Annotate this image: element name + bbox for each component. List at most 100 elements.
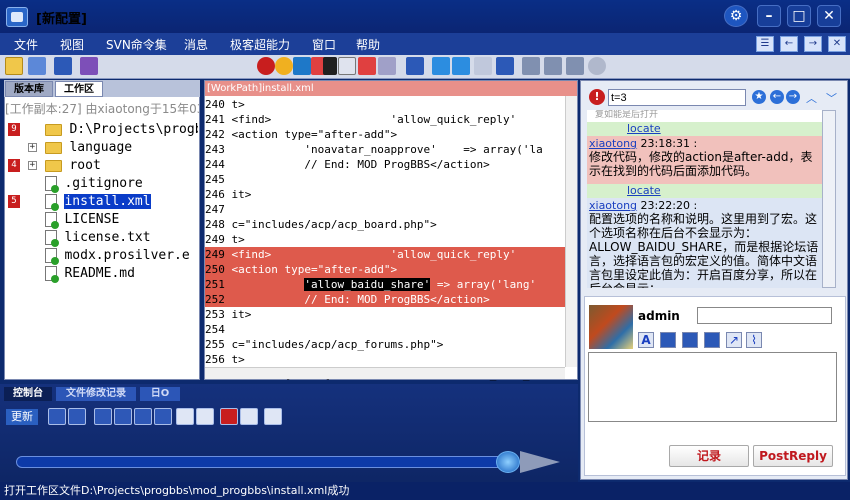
forward-icon[interactable]: → (804, 36, 822, 52)
w-tool-icon[interactable] (257, 57, 275, 75)
console-tool-icon[interactable] (94, 408, 112, 425)
black-tool-icon[interactable] (323, 57, 337, 75)
maximize-button[interactable]: □ (787, 5, 811, 27)
console-tool-icon[interactable] (48, 408, 66, 425)
image-icon[interactable] (660, 332, 676, 348)
code-line[interactable]: 247 (205, 202, 565, 217)
console-tool-icon[interactable] (114, 408, 132, 425)
progress-knob[interactable] (496, 451, 520, 473)
link-icon[interactable] (240, 408, 258, 425)
tab-console[interactable]: 控制台 (4, 387, 52, 401)
tab-workspace[interactable]: 工作区 (55, 81, 103, 97)
code-line[interactable]: 253 it> (205, 307, 565, 322)
code-line[interactable]: 242 <action type="after-add"> (205, 127, 565, 142)
code-line[interactable]: 246 it> (205, 187, 565, 202)
expand-icon[interactable]: + (27, 161, 37, 170)
panel-close-icon[interactable]: ✕ (828, 36, 846, 52)
menu-view[interactable]: 视图 (60, 36, 84, 53)
chat-user[interactable]: xiaotong (589, 199, 637, 212)
settings-gear-icon[interactable]: ⚙ (724, 5, 748, 27)
pen-icon[interactable]: ↗ (726, 332, 742, 348)
tree-item-language[interactable]: + language (8, 140, 198, 158)
locate-link[interactable]: locate (627, 122, 661, 135)
code-line[interactable]: 248 c="includes/acp/acp_board.php"> (205, 217, 565, 232)
chat-scrollbar[interactable] (822, 110, 836, 288)
tree-item-gitignore[interactable]: .gitignore (8, 176, 198, 194)
star-icon[interactable] (452, 57, 470, 75)
close-button[interactable]: ✕ (817, 5, 841, 27)
subject-input[interactable] (697, 307, 832, 324)
blue-tool-icon[interactable] (293, 57, 311, 75)
tree-item-modx[interactable]: modx.prosilver.e (8, 248, 198, 266)
flag-icon[interactable] (220, 408, 238, 425)
arrow-up-icon[interactable] (432, 57, 450, 75)
attach-icon[interactable]: ⌇ (746, 332, 762, 348)
code-line[interactable]: 241 <find> 'allow_quick_reply' (205, 112, 565, 127)
console-tool-icon[interactable] (154, 408, 172, 425)
editor-vertical-scrollbar[interactable] (565, 96, 577, 367)
star-icon[interactable]: ★ (752, 90, 766, 104)
spark-icon[interactable] (474, 57, 492, 75)
menu-geek[interactable]: 极客超能力 (230, 36, 290, 53)
tool-b-icon[interactable] (522, 57, 540, 75)
tree-item-license[interactable]: LICENSE (8, 212, 198, 230)
code-line[interactable]: 243 'noavatar_noapprove' => array('la (205, 142, 565, 157)
code-line[interactable]: 240 t> (205, 97, 565, 112)
code-line[interactable]: 256 t> (205, 352, 565, 367)
collapse-up-icon[interactable]: ︿ (806, 90, 817, 106)
reply-textarea[interactable] (588, 352, 837, 422)
refresh-icon[interactable] (588, 57, 606, 75)
menu-svn[interactable]: SVN命令集 (106, 36, 167, 53)
code-line[interactable]: 250 <action type="after-add"> (205, 262, 565, 277)
code-line[interactable]: 251 'allow_baidu_share' => array('lang' (205, 277, 565, 292)
open-folder-icon[interactable] (5, 57, 23, 75)
menu-message[interactable]: 消息 (184, 36, 208, 53)
code-line[interactable]: 252 // End: MOD ProgBBS</action> (205, 292, 565, 307)
calendar-icon[interactable] (264, 408, 282, 425)
pin-icon[interactable] (358, 57, 376, 75)
code-line[interactable]: 245 (205, 172, 565, 187)
menu-help[interactable]: 帮助 (356, 36, 380, 53)
screenshot-icon[interactable] (704, 332, 720, 348)
next-icon[interactable]: → (786, 90, 800, 104)
collapse-down-icon[interactable]: ﹀ (826, 90, 837, 106)
filter-icon[interactable] (80, 57, 98, 75)
chat-user[interactable]: xiaotong (589, 137, 637, 150)
tree-item-install-xml[interactable]: 5 install.xml (8, 194, 198, 212)
console-tool-icon[interactable] (68, 408, 86, 425)
record-button[interactable]: 记录 (669, 445, 749, 467)
menu-file[interactable]: 文件 (14, 36, 38, 53)
tree-item-root[interactable]: 4 + root (8, 158, 198, 176)
save-icon[interactable] (54, 57, 72, 75)
console-tool-icon[interactable] (176, 408, 194, 425)
page-icon[interactable] (406, 57, 424, 75)
tool-c-icon[interactable] (544, 57, 562, 75)
color-tool-icon[interactable] (275, 57, 293, 75)
back-icon[interactable]: ← (780, 36, 798, 52)
find-input[interactable] (608, 89, 746, 106)
code-line[interactable]: 249 t> (205, 232, 565, 247)
tool-a-icon[interactable] (378, 57, 396, 75)
locate-link[interactable]: locate (627, 184, 661, 197)
tree-item-license-txt[interactable]: license.txt (8, 230, 198, 248)
code-line[interactable]: 254 (205, 322, 565, 337)
editor-horizontal-scrollbar[interactable] (205, 367, 565, 379)
emoji-icon[interactable] (682, 332, 698, 348)
expand-icon[interactable]: + (27, 143, 37, 152)
refresh-button[interactable]: 更新 (6, 409, 38, 425)
search-icon[interactable] (28, 57, 46, 75)
tab-log[interactable]: 日O (140, 387, 180, 401)
tab-file-log[interactable]: 文件修改记录 (56, 387, 136, 401)
menu-window[interactable]: 窗口 (312, 36, 336, 53)
tree-item-readme[interactable]: README.md (8, 266, 198, 284)
console-tool-icon[interactable] (134, 408, 152, 425)
console-tool-icon[interactable] (196, 408, 214, 425)
font-icon[interactable]: A (638, 332, 654, 348)
post-reply-button[interactable]: PostReply (753, 445, 833, 467)
prev-icon[interactable]: ← (770, 90, 784, 104)
minimize-button[interactable]: – (757, 5, 781, 27)
tool-d-icon[interactable] (566, 57, 584, 75)
tree-item-root-folder[interactable]: 9 D:\Projects\progbbs (8, 122, 198, 140)
code-line[interactable]: 249 <find> 'allow_quick_reply' (205, 247, 565, 262)
code-line[interactable]: 244 // End: MOD ProgBBS</action> (205, 157, 565, 172)
